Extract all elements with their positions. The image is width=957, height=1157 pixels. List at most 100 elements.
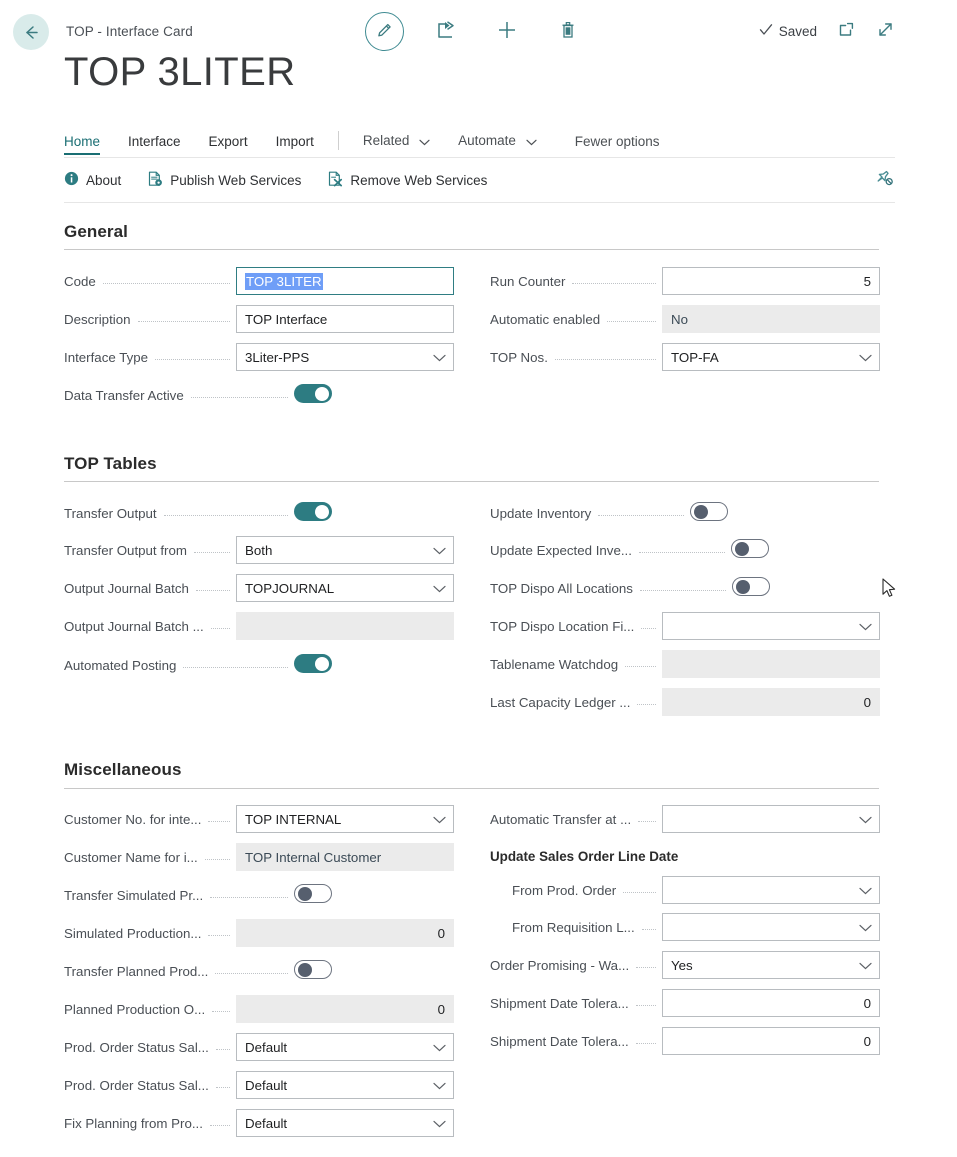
field-top-nos-control[interactable]: TOP-FA	[662, 343, 880, 371]
data-transfer-active-control[interactable]	[294, 384, 332, 406]
expand-button[interactable]	[876, 20, 895, 42]
edit-button[interactable]	[365, 12, 404, 51]
breadcrumb[interactable]: TOP - Interface Card	[66, 24, 193, 39]
top-dispo-location-filter-control[interactable]	[662, 612, 880, 640]
fix-planning-from-prod-select[interactable]: Default	[236, 1109, 454, 1137]
from-prod-order-control[interactable]	[662, 876, 880, 904]
update-inventory-control[interactable]	[690, 502, 728, 524]
field-last-capacity-ledger: Last Capacity Ledger ... 0	[490, 689, 880, 715]
transfer-simulated-prod-control[interactable]	[294, 884, 332, 906]
tab-import[interactable]: Import	[262, 134, 328, 155]
tab-import-label: Import	[276, 134, 314, 149]
data-transfer-active-toggle[interactable]	[294, 384, 332, 403]
tab-interface[interactable]: Interface	[114, 134, 195, 155]
transfer-output-toggle[interactable]	[294, 502, 332, 521]
transfer-simulated-prod-toggle[interactable]	[294, 884, 332, 903]
top-nos-select[interactable]: TOP-FA	[662, 343, 880, 371]
unpin-button[interactable]	[875, 169, 895, 192]
field-customer-name-internal-label: Customer Name for i...	[64, 850, 198, 865]
shipment-date-tolerance-2-control[interactable]: 0	[662, 1027, 880, 1055]
interface-type-select[interactable]: 3Liter-PPS	[236, 343, 454, 371]
code-input[interactable]: TOP 3LITER	[236, 267, 454, 295]
transfer-output-from-control[interactable]: Both	[236, 536, 454, 564]
from-prod-order-select[interactable]	[662, 876, 880, 904]
leader-dots	[607, 313, 656, 322]
run-counter-input[interactable]: 5	[662, 267, 880, 295]
top-bar: TOP - Interface Card	[0, 0, 957, 62]
delete-button[interactable]	[548, 12, 587, 51]
customer-no-internal-value: TOP INTERNAL	[245, 812, 341, 827]
field-description-control[interactable]: TOP Interface	[236, 305, 454, 333]
chevron-down-icon	[433, 812, 446, 827]
leader-dots	[196, 582, 230, 591]
fix-planning-from-prod-control[interactable]: Default	[236, 1109, 454, 1137]
field-automatic-enabled: Automatic enabled No	[490, 306, 880, 332]
tab-automate[interactable]: Automate	[444, 133, 551, 155]
automated-posting-control[interactable]	[294, 654, 332, 676]
field-interface-type-control[interactable]: 3Liter-PPS	[236, 343, 454, 371]
shipment-date-tolerance-1-input[interactable]: 0	[662, 989, 880, 1017]
field-run-counter: Run Counter 5	[490, 268, 880, 294]
leader-dots	[216, 1041, 230, 1050]
tab-home[interactable]: Home	[64, 134, 114, 155]
prod-order-status-sales-2-control[interactable]: Default	[236, 1071, 454, 1099]
transfer-planned-prod-toggle[interactable]	[294, 960, 332, 979]
interface-type-value: 3Liter-PPS	[245, 350, 309, 365]
transfer-output-from-value: Both	[245, 543, 272, 558]
tab-export[interactable]: Export	[195, 134, 262, 155]
customer-no-internal-control[interactable]: TOP INTERNAL	[236, 805, 454, 833]
publish-web-services-action[interactable]: Publish Web Services	[147, 171, 301, 190]
header-action-group	[365, 12, 587, 51]
about-action[interactable]: About	[64, 171, 121, 189]
update-expected-inventory-toggle[interactable]	[731, 539, 769, 558]
share-button[interactable]	[426, 12, 465, 51]
open-in-new-window-button[interactable]	[837, 20, 856, 42]
transfer-output-from-select[interactable]: Both	[236, 536, 454, 564]
field-automatic-transfer-at: Automatic Transfer at ...	[490, 806, 880, 832]
prod-order-status-sales-2-select[interactable]: Default	[236, 1071, 454, 1099]
description-input[interactable]: TOP Interface	[236, 305, 454, 333]
from-requisition-line-select[interactable]	[662, 913, 880, 941]
top-dispo-all-locations-control[interactable]	[732, 577, 770, 599]
remove-web-services-action[interactable]: Remove Web Services	[327, 171, 487, 190]
prod-order-status-sales-1-control[interactable]: Default	[236, 1033, 454, 1061]
leader-dots	[555, 351, 656, 360]
tab-fewer-options[interactable]: Fewer options	[551, 134, 674, 155]
update-expected-inventory-control[interactable]	[731, 539, 769, 561]
transfer-output-control[interactable]	[294, 502, 332, 524]
output-journal-batch-select[interactable]: TOPJOURNAL	[236, 574, 454, 602]
publish-web-service-icon	[147, 171, 163, 190]
leader-dots	[641, 620, 656, 629]
output-journal-batch-control[interactable]: TOPJOURNAL	[236, 574, 454, 602]
publish-web-services-label: Publish Web Services	[170, 173, 301, 188]
field-fix-planning-from-prod-label: Fix Planning from Pro...	[64, 1116, 203, 1131]
top-dispo-location-filter-select[interactable]	[662, 612, 880, 640]
automatic-transfer-at-select[interactable]	[662, 805, 880, 833]
field-transfer-output-label: Transfer Output	[64, 506, 157, 521]
field-update-expected-inventory-label: Update Expected Inve...	[490, 543, 632, 558]
order-promising-warning-select[interactable]: Yes	[662, 951, 880, 979]
automatic-transfer-at-control[interactable]	[662, 805, 880, 833]
transfer-planned-prod-control[interactable]	[294, 960, 332, 982]
new-button[interactable]	[487, 12, 526, 51]
prod-order-status-sales-1-select[interactable]: Default	[236, 1033, 454, 1061]
field-run-counter-control[interactable]: 5	[662, 267, 880, 295]
automated-posting-toggle[interactable]	[294, 654, 332, 673]
planned-production-order-value: 0	[236, 995, 454, 1023]
tab-interface-label: Interface	[128, 134, 181, 149]
order-promising-warning-control[interactable]: Yes	[662, 951, 880, 979]
customer-no-internal-select[interactable]: TOP INTERNAL	[236, 805, 454, 833]
shipment-date-tolerance-2-input[interactable]: 0	[662, 1027, 880, 1055]
field-code-control[interactable]: TOP 3LITER	[236, 267, 454, 295]
field-automatic-enabled-control: No	[662, 305, 880, 333]
field-output-journal-batch-name-label: Output Journal Batch ...	[64, 619, 204, 634]
chevron-down-icon	[859, 350, 872, 365]
field-transfer-output-from-label: Transfer Output from	[64, 543, 187, 558]
tab-related[interactable]: Related	[349, 133, 444, 155]
from-requisition-line-control[interactable]	[662, 913, 880, 941]
back-button[interactable]	[13, 14, 49, 50]
update-inventory-toggle[interactable]	[690, 502, 728, 521]
shipment-date-tolerance-1-control[interactable]: 0	[662, 989, 880, 1017]
top-dispo-all-locations-toggle[interactable]	[732, 577, 770, 596]
field-transfer-simulated-prod-label: Transfer Simulated Pr...	[64, 888, 203, 903]
